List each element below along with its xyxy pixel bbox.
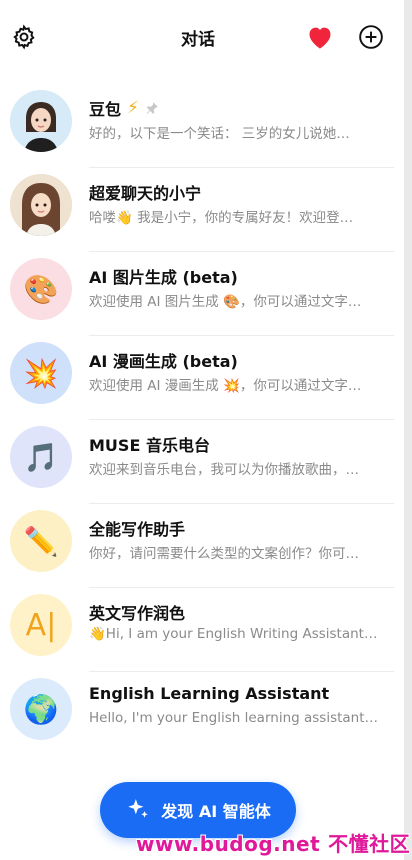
discover-label: 发现 AI 智能体: [161, 802, 271, 821]
globe-icon: 🌍: [23, 692, 59, 726]
conversation-list: 豆包 ⚡ 好的，以下是一个笑话： 三岁的女儿说她… 超爱聊天的小宁 哈喽👋 我是…: [0, 84, 404, 756]
conversation-item[interactable]: 超爱聊天的小宁 哈喽👋 我是小宁，你的专属好友！欢迎登…: [0, 168, 404, 252]
conversation-item[interactable]: 🌍 English Learning Assistant Hello, I'm …: [0, 672, 404, 756]
writing-avatar: ✏️: [10, 510, 72, 572]
conversation-preview: 哈喽👋 我是小宁，你的专属好友！欢迎登…: [89, 210, 354, 226]
conversation-title: MUSE 音乐电台: [89, 436, 210, 455]
app-header: 对话: [0, 0, 404, 72]
lightning-icon: ⚡: [127, 98, 139, 118]
conversation-title: English Learning Assistant: [89, 684, 330, 703]
watermark: www.budog.net 不懂社区: [136, 828, 410, 857]
comic-avatar: 💥: [10, 342, 72, 404]
conversation-item[interactable]: 💥 AI 漫画生成 (beta) 欢迎使用 AI 漫画生成 💥，你可以通过文字…: [0, 336, 404, 420]
english-writing-avatar: A|: [10, 594, 72, 656]
conversation-item[interactable]: 🎨 AI 图片生成 (beta) 欢迎使用 AI 图片生成 🎨，你可以通过文字…: [0, 252, 404, 336]
pencil-icon: ✏️: [23, 524, 59, 558]
conversation-title: AI 图片生成 (beta): [89, 268, 238, 287]
pin-icon: [146, 102, 158, 114]
conversation-preview: 👋Hi, I am your English Writing Assistant…: [89, 626, 378, 642]
palette-icon: 🎨: [23, 272, 59, 306]
conversation-preview: 你好，请问需要什么类型的文案创作？你可…: [89, 546, 359, 562]
music-avatar: 🎵: [10, 426, 72, 488]
conversation-title: 豆包 ⚡: [89, 96, 159, 120]
watermark-url: www.budog.net: [136, 832, 321, 856]
conversation-item[interactable]: 豆包 ⚡ 好的，以下是一个笑话： 三岁的女儿说她…: [0, 84, 404, 168]
plus-circle-icon: [359, 25, 383, 49]
palette-avatar: 🎨: [10, 258, 72, 320]
conversation-title: AI 漫画生成 (beta): [89, 352, 238, 371]
boom-icon: 💥: [23, 356, 59, 390]
heart-icon: [309, 27, 331, 49]
music-note-icon: 🎵: [23, 440, 59, 474]
new-chat-button[interactable]: [356, 22, 386, 52]
doubao-avatar: [10, 90, 72, 152]
conversation-preview: 欢迎使用 AI 漫画生成 💥，你可以通过文字…: [89, 378, 362, 394]
conversation-preview: 欢迎来到音乐电台，我可以为你播放歌曲，…: [89, 462, 359, 478]
sparkle-icon: [128, 799, 148, 818]
conversation-title: 英文写作润色: [89, 604, 186, 623]
favorites-button[interactable]: [305, 22, 335, 52]
conversation-preview: 好的，以下是一个笑话： 三岁的女儿说她…: [89, 126, 350, 142]
scrollbar[interactable]: [404, 0, 412, 860]
conversation-title: 超爱聊天的小宁: [89, 184, 202, 203]
xiaoning-avatar: [10, 174, 72, 236]
page-title: 对话: [181, 30, 215, 50]
globe-avatar: 🌍: [10, 678, 72, 740]
conversation-item[interactable]: ✏️ 全能写作助手 你好，请问需要什么类型的文案创作？你可…: [0, 504, 404, 588]
conversation-item[interactable]: A| 英文写作润色 👋Hi, I am your English Writing…: [0, 588, 404, 672]
conversation-preview: 欢迎使用 AI 图片生成 🎨，你可以通过文字…: [89, 294, 362, 310]
watermark-site-name: 不懂社区: [328, 832, 411, 856]
conversation-item[interactable]: 🎵 MUSE 音乐电台 欢迎来到音乐电台，我可以为你播放歌曲，…: [0, 420, 404, 504]
conversation-title: 全能写作助手: [89, 520, 186, 539]
conversation-preview: Hello, I'm your English learning assista…: [89, 710, 379, 726]
text-cursor-icon: A|: [25, 607, 57, 643]
